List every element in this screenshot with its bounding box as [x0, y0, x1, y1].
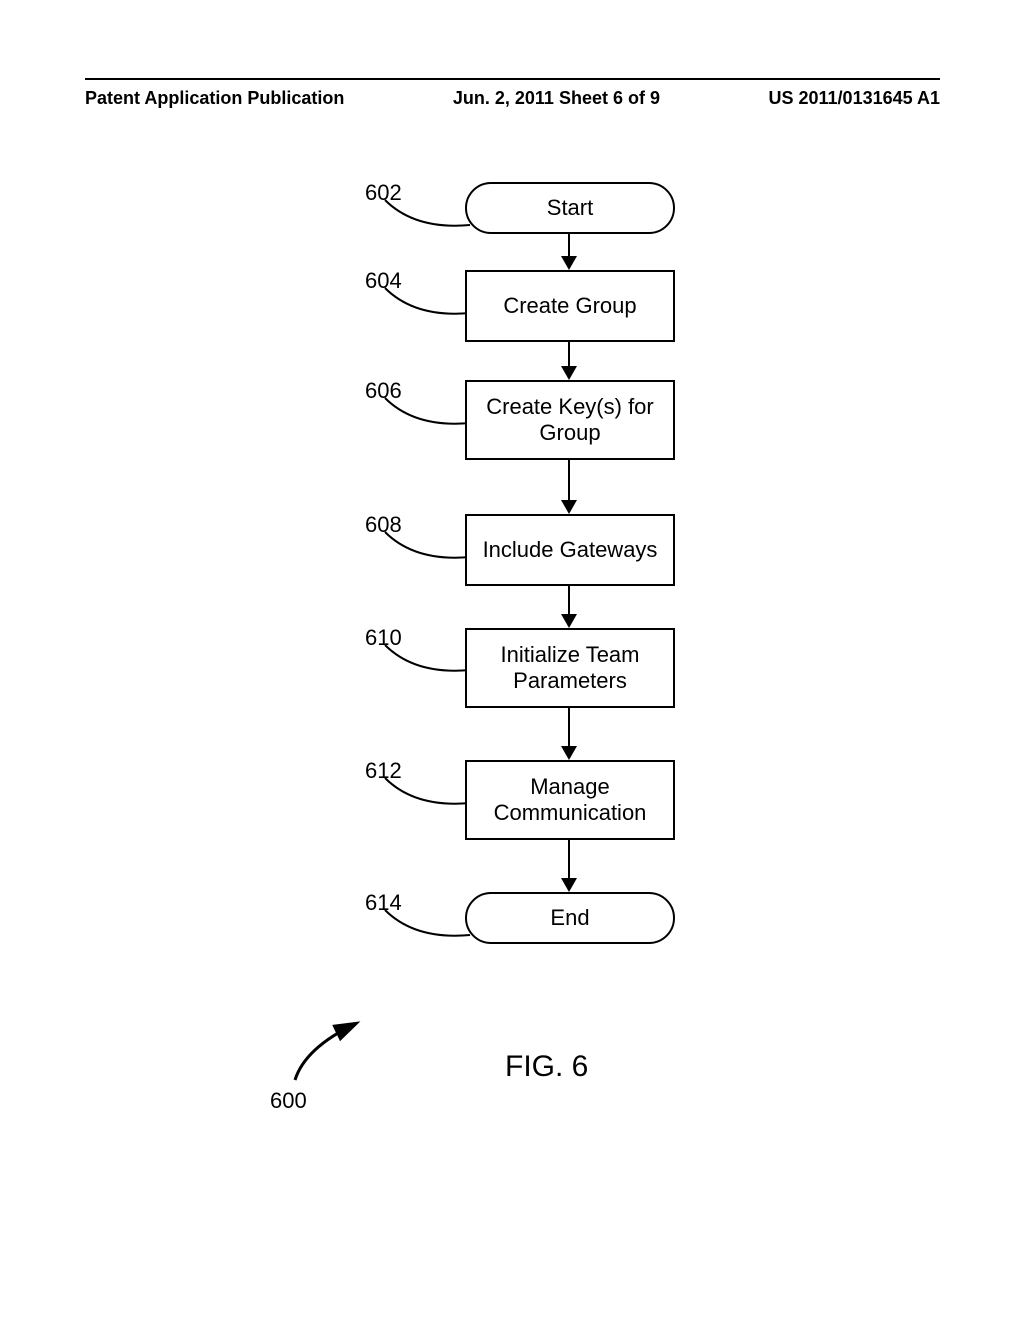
node-include-gateways: Include Gateways [465, 514, 675, 586]
leader-614 [380, 905, 475, 945]
arrow-1 [568, 234, 570, 268]
leader-606 [380, 393, 475, 433]
leader-602 [380, 195, 475, 235]
leader-612 [380, 773, 475, 813]
node-manage-comm: Manage Communication [465, 760, 675, 840]
node-manage-comm-label: Manage Communication [467, 774, 673, 827]
arrow-5 [568, 708, 570, 758]
overall-ref-arrow [280, 1018, 370, 1088]
arrow-3 [568, 460, 570, 512]
node-create-group-label: Create Group [503, 293, 636, 319]
ref-600: 600 [270, 1088, 307, 1114]
flowchart: 602 604 606 608 610 612 614 Start [0, 0, 1024, 1320]
node-end-label: End [550, 905, 589, 931]
node-create-group: Create Group [465, 270, 675, 342]
arrow-4 [568, 586, 570, 626]
leader-608 [380, 527, 475, 567]
node-create-keys-label: Create Key(s) for Group [467, 394, 673, 447]
leader-610 [380, 640, 475, 680]
arrow-2 [568, 342, 570, 378]
arrow-6 [568, 840, 570, 890]
leader-604 [380, 283, 475, 323]
node-initialize-team: Initialize Team Parameters [465, 628, 675, 708]
node-start: Start [465, 182, 675, 234]
node-create-keys: Create Key(s) for Group [465, 380, 675, 460]
node-end: End [465, 892, 675, 944]
node-initialize-team-label: Initialize Team Parameters [467, 642, 673, 695]
figure-caption: FIG. 6 [505, 1050, 588, 1084]
node-start-label: Start [547, 195, 593, 221]
node-include-gateways-label: Include Gateways [483, 537, 658, 563]
